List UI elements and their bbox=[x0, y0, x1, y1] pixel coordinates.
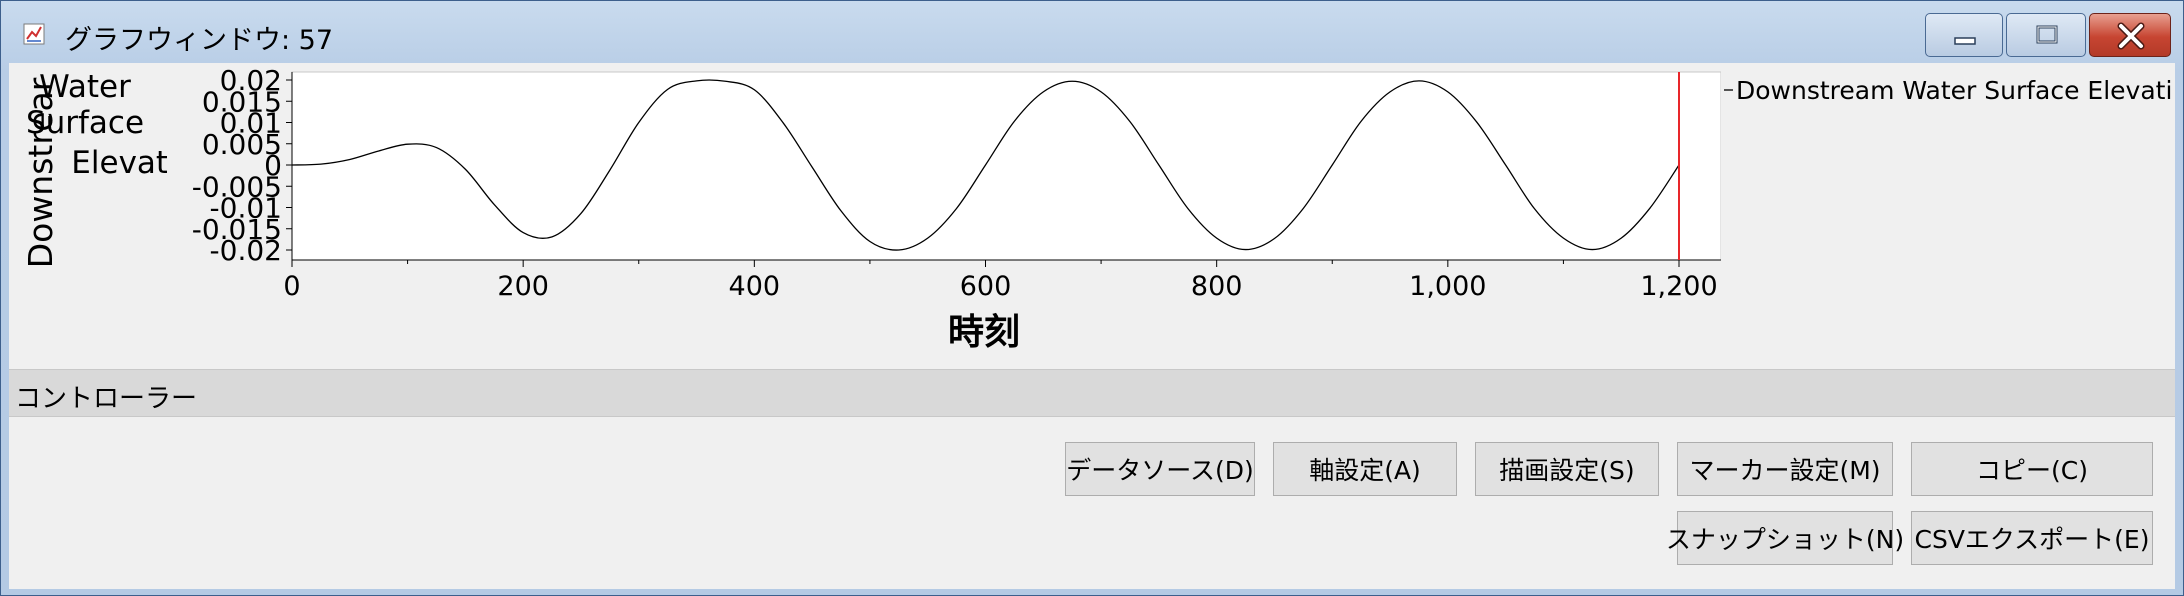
maximize-button[interactable] bbox=[2006, 13, 2086, 57]
close-icon bbox=[2117, 22, 2145, 50]
datasource-button[interactable]: データソース(D) bbox=[1065, 442, 1255, 496]
x-tick-label: 1,200 bbox=[1640, 271, 1717, 302]
x-tick-label: 200 bbox=[497, 271, 549, 302]
y-tick-label: -0.02 bbox=[210, 234, 282, 267]
snapshot-button[interactable]: スナップショット(N) bbox=[1666, 511, 1904, 565]
chart-app-icon bbox=[23, 23, 45, 45]
minimize-icon bbox=[1954, 37, 1976, 45]
x-tick-label: 1,000 bbox=[1409, 271, 1486, 302]
marker-settings-button[interactable]: マーカー設定(M) bbox=[1677, 442, 1893, 496]
y-axis-label: Downstrear Water Surface Elevati bbox=[21, 69, 167, 268]
copy-button[interactable]: コピー(C) bbox=[1911, 442, 2153, 496]
x-tick-label: 600 bbox=[960, 271, 1012, 302]
minimize-button[interactable] bbox=[1925, 13, 2003, 57]
axis-settings-button[interactable]: 軸設定(A) bbox=[1273, 442, 1457, 496]
y-axis-label-line-2: Water bbox=[39, 69, 131, 105]
maximize-icon bbox=[2036, 25, 2058, 44]
csv-export-button[interactable]: CSVエクスポート(E) bbox=[1911, 511, 2153, 565]
x-tick-label: 400 bbox=[729, 271, 781, 302]
window-client-area: 0.02 0.015 0.01 0.005 0 -0.005 -0.01 -0.015 -0.0… bbox=[9, 63, 2175, 589]
x-tick-label: 800 bbox=[1191, 271, 1243, 302]
line-chart[interactable]: 0.020.0150.010.0050-0.005-0.01-0.015-0.0… bbox=[9, 63, 1721, 363]
y-axis-label-line-4: Elevati bbox=[71, 145, 167, 181]
legend-label: Downstream Water Surface Elevati bbox=[1736, 76, 2173, 105]
window-title: グラフウィンドウ: 57 bbox=[65, 25, 334, 56]
graph-window: グラフウィンドウ: 57 0.02 0.015 0.01 0.005 0 -0.005 -0… bbox=[0, 0, 2184, 596]
x-axis-label: 時刻 bbox=[948, 312, 1020, 353]
legend-swatch bbox=[1724, 89, 1733, 91]
controller-label: コントローラー bbox=[15, 384, 198, 414]
y-axis-label-line-3: Surface bbox=[26, 105, 144, 141]
title-bar[interactable]: グラフウィンドウ: 57 bbox=[1, 1, 2183, 63]
close-button[interactable] bbox=[2089, 13, 2171, 57]
controller-panel-header: コントローラー bbox=[9, 369, 2175, 417]
draw-settings-button[interactable]: 描画設定(S) bbox=[1475, 442, 1659, 496]
x-tick-label: 0 bbox=[283, 271, 300, 302]
